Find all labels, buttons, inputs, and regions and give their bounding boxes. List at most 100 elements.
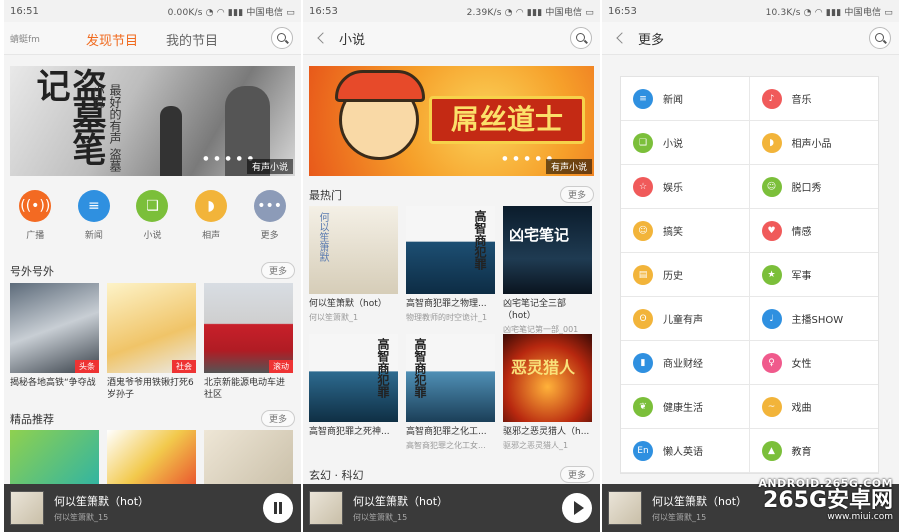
category-shortcut[interactable]: ••• 更多 [245, 190, 295, 241]
book-title: 何以笙箫默（hot） [309, 299, 387, 309]
more-button[interactable]: 更多 [260, 410, 295, 427]
play-icon[interactable] [562, 493, 592, 523]
category-cell[interactable]: ★ 军事 [749, 253, 878, 297]
tab-my-programs[interactable]: 我的节目 [166, 30, 218, 49]
category-label: 小说 [663, 139, 683, 150]
status-time: 16:53 [309, 5, 338, 17]
search-icon[interactable] [869, 27, 891, 49]
category-label: 戏曲 [791, 403, 812, 414]
category-cell[interactable]: ☺ 脱口秀 [749, 165, 878, 209]
book-item[interactable]: 高智商犯罪 高智商犯罪之死神... [309, 334, 398, 451]
bar-chart-icon: ▮ [633, 352, 653, 373]
category-label: 搞笑 [663, 227, 683, 238]
category-cell[interactable]: En 懒人英语 [621, 429, 750, 473]
back-arrow-icon[interactable] [616, 32, 628, 44]
book-title: 高智商犯罪之化工... [406, 427, 487, 437]
book-cover: 高智商犯罪 [309, 334, 398, 422]
category-cell[interactable]: ☆ 娱乐 [621, 165, 750, 209]
category-cell[interactable]: ☺ 搞笑 [621, 209, 750, 253]
book-item[interactable]: 高智商犯罪 高智商犯罪之物理... 物理教师的时空诡计_1 [406, 206, 495, 335]
category-label: 女性 [791, 359, 812, 370]
category-shortcut[interactable]: ◗ 相声 [186, 190, 236, 241]
category-label: 军事 [791, 271, 812, 282]
music-icon: ♪ [761, 88, 782, 109]
book-item[interactable]: 凶宅笔记 凶宅笔记全三部（hot） 凶宅笔记第一部_001 [503, 206, 592, 335]
recommend-item[interactable] [204, 430, 293, 490]
player-title: 何以笙箫默（hot） [652, 495, 748, 508]
book-item[interactable]: 恶灵猎人 驱邪之恶灵猎人（h... 驱邪之恶灵猎人_1 [503, 334, 592, 451]
book-cover: 凶宅笔记 [503, 206, 592, 294]
news-icon: ≡ [633, 88, 653, 109]
book-cover: 何以笙箫默 [309, 206, 398, 294]
book-item[interactable]: 高智商犯罪 高智商犯罪之化工... 高智商犯罪之化工女... [406, 334, 495, 451]
category-cell[interactable]: ♥ 情感 [749, 209, 878, 253]
book-item[interactable]: 何以笙箫默 何以笙箫默（hot） 何以笙箫默_1 [309, 206, 398, 335]
category-cell[interactable]: ʘ 儿童有声 [621, 297, 750, 341]
mini-player[interactable]: 何以笙箫默（hot） 何以笙箫默_15 [303, 484, 600, 532]
player-subtitle: 何以笙箫默_15 [652, 513, 707, 522]
featured-banner[interactable]: 盗墓笔记 最好的有声 盗墓小说 ● ● ● ● ● 有声小说 [10, 66, 295, 176]
cover-text: 恶灵猎人 [511, 358, 576, 377]
banner-tag: 有声小说 [246, 159, 293, 174]
category-shortcut[interactable]: ≡ 新闻 [69, 190, 119, 241]
hot-books-row: 高智商犯罪 高智商犯罪之死神... 高智商犯罪 高智商犯罪之化工... 高智商犯… [309, 334, 600, 451]
novel-screen: 16:53 2.39K/s ◔ ◠ ▮▮▮ 中国电信 ▭ 小说 屌丝道士 ● ●… [303, 0, 600, 532]
category-cell[interactable]: ❑ 小说 [621, 121, 750, 165]
news-item[interactable]: 社会 酒鬼爷爷用铁锹打死6岁孙子 [107, 283, 196, 401]
category-label: 小说 [143, 231, 162, 241]
category-cell[interactable]: ♀ 女性 [749, 341, 878, 385]
book-title: 驱邪之恶灵猎人（h... [503, 427, 590, 437]
banner-tag: 有声小说 [545, 159, 592, 174]
category-cell[interactable]: ▮ 商业财经 [621, 341, 750, 385]
category-cell[interactable]: ▲ 教育 [749, 429, 878, 473]
back-arrow-icon[interactable] [317, 32, 329, 44]
player-title: 何以笙箫默（hot） [54, 495, 150, 508]
player-info: 何以笙箫默（hot） 何以笙箫默_15 [652, 493, 747, 523]
news-item[interactable]: 头条 揭秘各地高铁“争夺战 [10, 283, 99, 401]
news-caption: 酒鬼爷爷用铁锹打死6岁孙子 [107, 378, 194, 400]
search-icon[interactable] [570, 27, 592, 49]
cover-text: 高智商犯罪 [473, 210, 487, 270]
category-cell[interactable]: ≡ 新闻 [621, 77, 750, 121]
category-cell[interactable]: ~ 戏曲 [749, 385, 878, 429]
player-title: 何以笙箫默（hot） [353, 495, 449, 508]
tab-discover[interactable]: 发现节目 [86, 30, 138, 49]
category-label: 健康生活 [663, 403, 703, 414]
news-thumbnail: 社会 [107, 283, 196, 373]
player-cover [309, 491, 343, 525]
recommend-item[interactable] [107, 430, 196, 490]
more-button[interactable]: 更多 [260, 262, 295, 279]
player-info: 何以笙箫默（hot） 何以笙箫默_15 [54, 493, 149, 523]
featured-banner[interactable]: 屌丝道士 ● ● ● ● ● 有声小说 [309, 66, 594, 176]
smile-icon: ☺ [633, 220, 653, 241]
news-item[interactable]: 滚动 北京新能源电动车进社区 [204, 283, 293, 401]
book-title: 高智商犯罪之物理... [406, 299, 487, 309]
category-shortcut[interactable]: ((•)) 广播 [10, 190, 60, 241]
category-cell[interactable]: ❦ 健康生活 [621, 385, 750, 429]
more-button[interactable]: 更多 [559, 466, 594, 483]
mini-player[interactable]: 何以笙箫默（hot） 何以笙箫默_15 [4, 484, 301, 532]
category-shortcut[interactable]: ❑ 小说 [127, 190, 177, 241]
book-icon: ❑ [633, 132, 653, 153]
banner-title: 屌丝道士 [429, 96, 585, 144]
category-cell[interactable]: ♪ 音乐 [749, 77, 878, 121]
figure-silhouette [160, 106, 182, 176]
cover-text: 高智商犯罪 [376, 338, 390, 398]
book-episode: 高智商犯罪之化工女... [406, 441, 486, 450]
pause-icon[interactable] [263, 493, 293, 523]
app-logo: 蜻蜓fm [10, 35, 40, 45]
search-icon[interactable] [271, 27, 293, 49]
page-title: 小说 [339, 32, 366, 48]
status-indicators: 2.39K/s ◔ ◠ ▮▮▮ 中国电信 ▭ [466, 7, 594, 18]
female-icon: ♀ [761, 352, 782, 373]
section-header-news: 号外号外 更多 [10, 262, 295, 279]
category-label: 新闻 [84, 231, 103, 241]
category-cell[interactable]: ◗ 相声小品 [749, 121, 878, 165]
category-cell[interactable]: ▤ 历史 [621, 253, 750, 297]
section-title: 玄幻 · 科幻 [309, 468, 364, 482]
category-label: 情感 [791, 227, 812, 238]
category-cell[interactable]: ♩ 主播SHOW [749, 297, 878, 341]
recommend-cover [10, 430, 99, 490]
recommend-item[interactable] [10, 430, 99, 490]
more-button[interactable]: 更多 [559, 186, 594, 203]
